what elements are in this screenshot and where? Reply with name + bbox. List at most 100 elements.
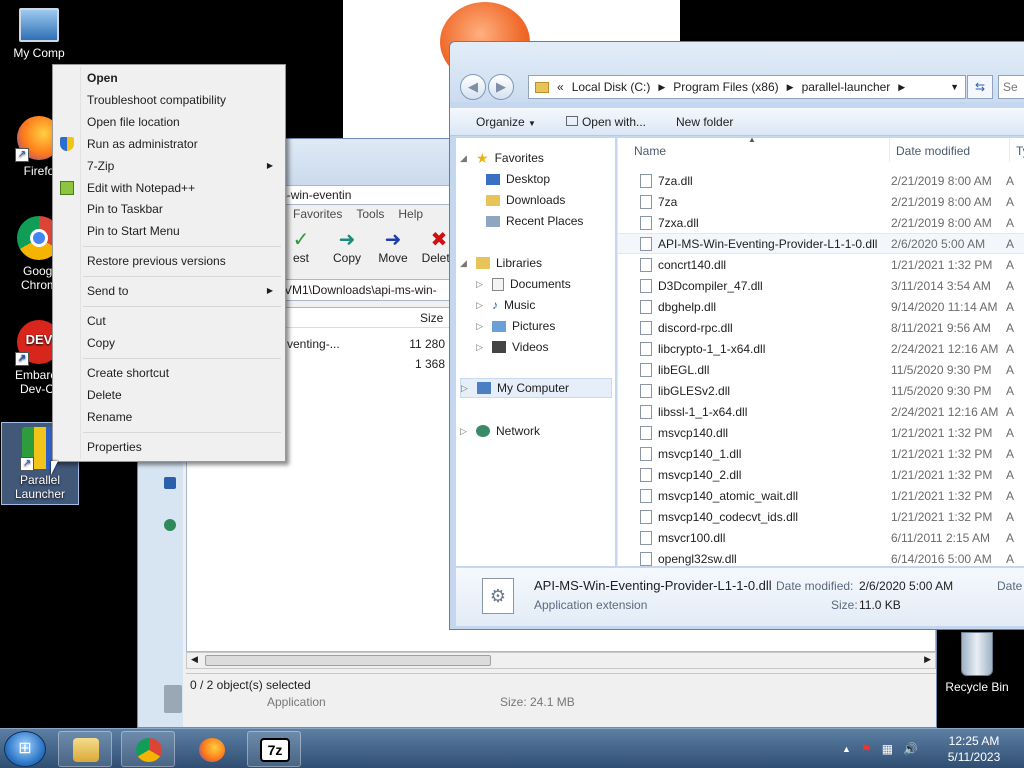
nav-network[interactable]: ▷ Network [460, 421, 540, 441]
desktop-icon-recycle-bin[interactable]: Recycle Bin [938, 632, 1016, 694]
menu-item-properties[interactable]: Properties [55, 436, 283, 458]
menu-item-pin-to-taskbar[interactable]: Pin to Taskbar [55, 198, 283, 220]
file-row[interactable]: 7za.dll 2/21/2019 8:00 AM A [618, 170, 1024, 191]
file-row[interactable]: msvcr100.dll 6/11/2011 2:15 AM A [618, 527, 1024, 548]
taskbar-chrome-button[interactable] [121, 731, 175, 767]
taskbar-explorer-button[interactable] [58, 731, 112, 767]
menu-item-send-to[interactable]: Send to ▶ [55, 280, 283, 302]
file-row[interactable]: 7za 2/21/2019 8:00 AM A [618, 191, 1024, 212]
file-row[interactable]: concrt140.dll 1/21/2021 1:32 PM A [618, 254, 1024, 275]
menu-item-rename[interactable]: Rename [55, 406, 283, 428]
expand-icon[interactable]: ▷ [476, 279, 486, 290]
nav-videos[interactable]: ▷ Videos [476, 337, 548, 357]
new-folder-button[interactable]: New folder [676, 115, 733, 129]
menu-item-restore-previous-versions[interactable]: Restore previous versions [55, 250, 283, 272]
horizontal-scrollbar[interactable]: ◀ ▶ [186, 652, 936, 669]
nav-my-computer[interactable]: ▷ My Computer [460, 378, 612, 398]
file-row[interactable]: msvcp140_1.dll 1/21/2021 1:32 PM A [618, 443, 1024, 464]
menu-item-open[interactable]: Open [55, 67, 283, 89]
menu-item-7zip[interactable]: 7-Zip ▶ [55, 155, 283, 177]
search-input[interactable]: Se [998, 75, 1024, 99]
back-button[interactable]: ◀ [460, 74, 486, 100]
nav-documents[interactable]: ▷ Documents [476, 274, 571, 294]
file-row[interactable]: libGLESv2.dll 11/5/2020 9:30 PM A [618, 380, 1024, 401]
breadcrumb-parallel-launcher[interactable]: parallel-launcher [802, 80, 891, 94]
file-row[interactable]: msvcp140.dll 1/21/2021 1:32 PM A [618, 422, 1024, 443]
collapse-icon[interactable]: ◢ [460, 153, 470, 164]
file-row[interactable]: opengl32sw.dll 6/14/2016 5:00 AM A [618, 548, 1024, 566]
network-tray-icon[interactable]: ▦ [882, 742, 893, 756]
menu-item-open-file-location[interactable]: Open file location [55, 111, 283, 133]
nav-recent-places[interactable]: Recent Places [486, 211, 583, 231]
test-button[interactable]: ✓ est [283, 229, 319, 273]
refresh-button[interactable]: ⇆ [967, 75, 993, 99]
scroll-left-icon[interactable]: ◀ [191, 654, 198, 665]
nav-libraries[interactable]: ◢ Libraries [460, 253, 542, 273]
scroll-right-icon[interactable]: ▶ [924, 654, 931, 665]
taskbar-firefox-button[interactable] [184, 731, 238, 767]
breadcrumb-overflow-icon[interactable]: « [557, 80, 564, 94]
file-row[interactable]: libssl-1_1-x64.dll 2/24/2021 12:16 AM A [618, 401, 1024, 422]
file-row[interactable]: discord-rpc.dll 8/11/2021 9:56 AM A [618, 317, 1024, 338]
expand-icon[interactable]: ▷ [476, 300, 486, 311]
expand-icon[interactable]: ▷ [476, 321, 486, 332]
move-button[interactable]: ➜ Move [375, 229, 411, 273]
copy-button[interactable]: ➜ Copy [329, 229, 365, 273]
column-header-name[interactable]: Name ▲ [628, 138, 890, 162]
file-row[interactable]: 7zxa.dll 2/21/2019 8:00 AM A [618, 212, 1024, 233]
file-row[interactable]: dbghelp.dll 9/14/2020 11:14 AM A [618, 296, 1024, 317]
desktop-icon-my-computer[interactable]: My Comp [0, 8, 78, 60]
file-row[interactable]: msvcp140_codecvt_ids.dll 1/21/2021 1:32 P… [618, 506, 1024, 527]
size-column-header[interactable]: Size [420, 311, 443, 325]
menu-help[interactable]: Help [398, 207, 423, 225]
menu-item-edit-with-notepadpp[interactable]: Edit with Notepad++ [55, 177, 283, 199]
nav-downloads[interactable]: Downloads [486, 190, 565, 210]
scrollbar-thumb[interactable] [205, 655, 491, 666]
menu-item-pin-to-start-menu[interactable]: Pin to Start Menu [55, 220, 283, 242]
menu-item-troubleshoot-compatibility[interactable]: Troubleshoot compatibility [55, 89, 283, 111]
nav-favorites[interactable]: ◢ ★ Favorites [460, 148, 544, 168]
breadcrumb-separator-icon[interactable]: ▶ [658, 82, 665, 93]
forward-button[interactable]: ▶ [488, 74, 514, 100]
breadcrumb-program-files[interactable]: Program Files (x86) [673, 80, 778, 94]
nav-pictures[interactable]: ▷ Pictures [476, 316, 555, 336]
menu-label: Delete [87, 388, 122, 402]
menu-item-run-as-administrator[interactable]: Run as administrator [55, 133, 283, 155]
file-list[interactable]: Name ▲ Date modified Ty 7za.dll 2/21/2019 … [617, 138, 1024, 566]
breadcrumb-local-disk[interactable]: Local Disk (C:) [572, 80, 651, 94]
menu-item-delete[interactable]: Delete [55, 384, 283, 406]
menu-item-copy[interactable]: Copy [55, 332, 283, 354]
organize-button[interactable]: Organize ▼ [476, 115, 536, 129]
file-row[interactable]: API-MS-Win-Eventing-Provider-L1-1-0.dll 2… [618, 233, 1024, 254]
menu-favorites[interactable]: Favorites [293, 207, 342, 225]
column-header-date[interactable]: Date modified [890, 138, 1010, 162]
menu-item-cut[interactable]: Cut [55, 310, 283, 332]
file-row[interactable]: libEGL.dll 11/5/2020 9:30 PM A [618, 359, 1024, 380]
clock[interactable]: 12:25 AM 5/11/2023 [934, 733, 1014, 765]
nav-desktop[interactable]: Desktop [486, 169, 550, 189]
breadcrumb-separator-icon[interactable]: ▶ [898, 82, 905, 93]
expand-icon[interactable]: ▷ [476, 342, 486, 353]
file-row[interactable]: D3Dcompiler_47.dll 3/11/2014 3:54 AM A [618, 275, 1024, 296]
show-hidden-icons-button[interactable]: ▲ [842, 744, 851, 754]
expand-icon[interactable]: ▷ [460, 426, 470, 437]
file-row[interactable]: msvcp140_2.dll 1/21/2021 1:32 PM A [618, 464, 1024, 485]
breadcrumb-separator-icon[interactable]: ▶ [787, 82, 794, 93]
address-dropdown-icon[interactable]: ▼ [950, 82, 959, 92]
open-with-button[interactable]: Open with... [565, 115, 646, 129]
address-bar[interactable]: « Local Disk (C:) ▶ Program Files (x86) … [528, 75, 966, 99]
nav-music[interactable]: ▷ ♪ Music [476, 295, 535, 315]
explorer-window[interactable]: ◀ ▶ « Local Disk (C:) ▶ Program Files (x… [449, 41, 1024, 630]
volume-icon[interactable]: 🔊 [903, 742, 918, 756]
collapse-icon[interactable]: ◢ [460, 258, 470, 269]
taskbar-7zip-button[interactable]: 7z [247, 731, 301, 767]
file-row[interactable]: msvcp140_atomic_wait.dll 1/21/2021 1:32 P… [618, 485, 1024, 506]
menu-item-create-shortcut[interactable]: Create shortcut [55, 362, 283, 384]
start-button[interactable]: ⊞ [4, 731, 46, 767]
expand-icon[interactable]: ▷ [461, 383, 471, 394]
menu-tools[interactable]: Tools [356, 207, 384, 225]
file-type: A [1006, 215, 1015, 230]
file-row[interactable]: libcrypto-1_1-x64.dll 2/24/2021 12:16 AM A [618, 338, 1024, 359]
column-header-type[interactable]: Ty [1010, 138, 1024, 162]
action-center-flag-icon[interactable]: ⚑ [861, 742, 872, 756]
